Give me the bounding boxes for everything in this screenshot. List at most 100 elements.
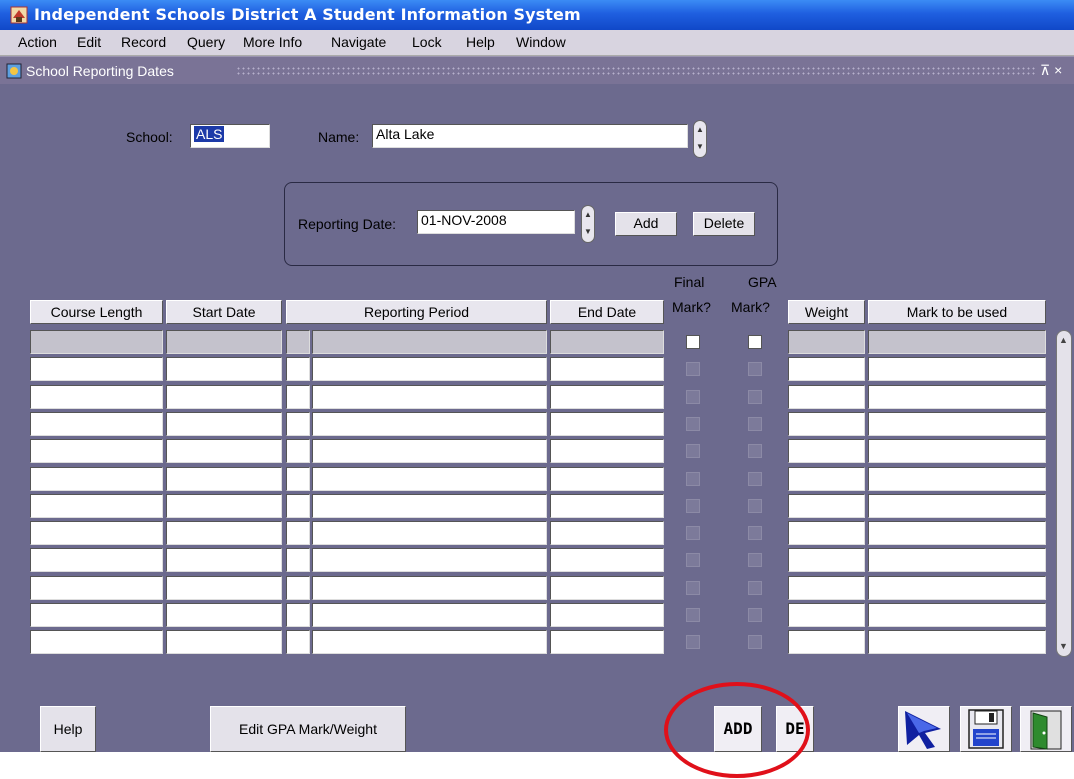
cell-weight[interactable] [788,357,865,382]
cell-period-code[interactable] [286,330,310,354]
cell-end-date[interactable] [550,330,664,354]
cell-course-length[interactable] [30,330,163,354]
cell-mark-to-be-used[interactable] [868,439,1046,464]
select-pointer-button[interactable] [898,706,950,752]
cell-course-length[interactable] [30,357,163,382]
cell-end-date[interactable] [550,411,664,436]
gpa-mark-checkbox[interactable] [748,580,762,595]
cell-course-length[interactable] [30,548,163,573]
cell-course-length[interactable] [30,439,163,464]
cell-reporting-period[interactable] [312,493,547,518]
cell-mark-to-be-used[interactable] [868,411,1046,436]
final-mark-checkbox[interactable] [686,635,700,650]
cell-course-length[interactable] [30,493,163,518]
menu-more-info[interactable]: More Info [243,34,302,50]
cell-start-date[interactable] [166,384,282,409]
gpa-mark-checkbox[interactable] [748,498,762,513]
cell-reporting-period[interactable] [312,466,547,491]
cell-period-code[interactable] [286,603,310,627]
gpa-mark-checkbox[interactable] [748,416,762,431]
cell-start-date[interactable] [166,439,282,464]
menu-action[interactable]: Action [18,34,57,50]
cell-end-date[interactable] [550,603,664,627]
cell-reporting-period[interactable] [312,548,547,573]
gpa-mark-checkbox[interactable] [748,635,762,650]
cell-start-date[interactable] [166,521,282,546]
cell-period-code[interactable] [286,521,310,546]
cell-weight[interactable] [788,384,865,409]
cell-end-date[interactable] [550,466,664,491]
menu-help[interactable]: Help [466,34,495,50]
menu-lock[interactable]: Lock [412,34,442,50]
cell-mark-to-be-used[interactable] [868,603,1046,627]
save-button[interactable] [960,706,1012,752]
gpa-mark-checkbox[interactable] [748,553,762,568]
exit-button[interactable] [1020,706,1072,752]
menu-navigate[interactable]: Navigate [331,34,386,50]
cell-reporting-period[interactable] [312,603,547,627]
gpa-mark-checkbox[interactable] [748,444,762,459]
cell-period-code[interactable] [286,411,310,436]
window-title-bar[interactable]: School Reporting Dates ⊼ × [0,56,1074,84]
cell-start-date[interactable] [166,330,282,354]
cell-weight[interactable] [788,411,865,436]
gpa-mark-checkbox[interactable] [748,608,762,622]
final-mark-checkbox[interactable] [686,580,700,595]
cell-end-date[interactable] [550,357,664,382]
cell-mark-to-be-used[interactable] [868,493,1046,518]
name-spinner[interactable]: ▲ ▼ [693,120,707,158]
cell-period-code[interactable] [286,466,310,491]
cell-course-length[interactable] [30,603,163,627]
col-weight[interactable]: Weight [788,300,865,324]
cell-course-length[interactable] [30,466,163,491]
final-mark-checkbox[interactable] [686,553,700,568]
col-course-length[interactable]: Course Length [30,300,163,324]
col-end-date[interactable]: End Date [550,300,664,324]
final-mark-checkbox[interactable] [686,498,700,513]
window-controls[interactable]: ⊼ × [1040,62,1062,79]
cell-weight[interactable] [788,630,865,655]
final-mark-checkbox[interactable] [686,608,700,622]
cell-start-date[interactable] [166,493,282,518]
reporting-date-spinner[interactable]: ▲ ▼ [581,205,595,243]
cell-period-code[interactable] [286,575,310,600]
cell-weight[interactable] [788,466,865,491]
cell-end-date[interactable] [550,548,664,573]
col-start-date[interactable]: Start Date [166,300,282,324]
gpa-mark-checkbox[interactable] [748,335,762,349]
cell-start-date[interactable] [166,548,282,573]
cell-course-length[interactable] [30,411,163,436]
cell-weight[interactable] [788,493,865,518]
cell-course-length[interactable] [30,630,163,655]
cell-reporting-period[interactable] [312,439,547,464]
menu-window[interactable]: Window [516,34,566,50]
grid-scrollbar[interactable]: ▲ ▼ [1056,330,1072,657]
help-button[interactable]: Help [40,706,96,752]
gpa-mark-checkbox[interactable] [748,526,762,541]
final-mark-checkbox[interactable] [686,389,700,404]
cell-end-date[interactable] [550,439,664,464]
menu-edit[interactable]: Edit [77,34,101,50]
cell-weight[interactable] [788,521,865,546]
delete-date-button[interactable]: Delete [693,212,755,236]
cell-mark-to-be-used[interactable] [868,630,1046,655]
menu-query[interactable]: Query [187,34,225,50]
cell-mark-to-be-used[interactable] [868,521,1046,546]
cell-mark-to-be-used[interactable] [868,330,1046,354]
cell-mark-to-be-used[interactable] [868,384,1046,409]
cell-reporting-period[interactable] [312,630,547,655]
cell-reporting-period[interactable] [312,411,547,436]
cell-mark-to-be-used[interactable] [868,548,1046,573]
cell-end-date[interactable] [550,384,664,409]
cell-end-date[interactable] [550,630,664,655]
cell-course-length[interactable] [30,575,163,600]
app-title-bar[interactable]: Independent Schools District A Student I… [0,0,1074,30]
cell-course-length[interactable] [30,384,163,409]
cell-weight[interactable] [788,330,865,354]
edit-gpa-button[interactable]: Edit GPA Mark/Weight [210,706,406,752]
col-mark-to-be-used[interactable]: Mark to be used [868,300,1046,324]
cell-mark-to-be-used[interactable] [868,575,1046,600]
cell-end-date[interactable] [550,493,664,518]
final-mark-checkbox[interactable] [686,335,700,349]
col-reporting-period[interactable]: Reporting Period [286,300,547,324]
